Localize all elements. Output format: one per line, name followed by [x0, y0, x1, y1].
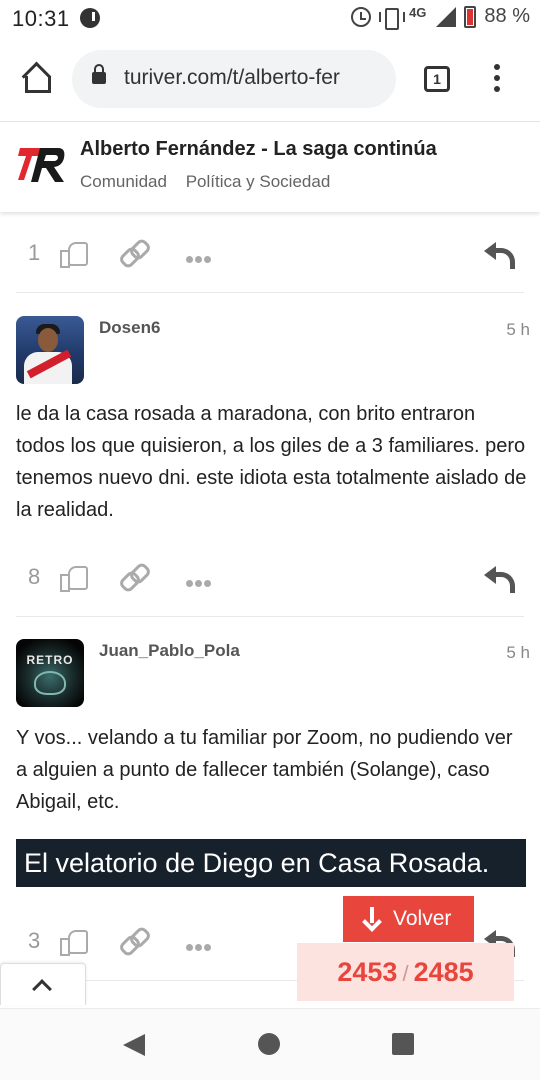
system-nav-bar	[0, 1008, 540, 1080]
battery-percent: 88 %	[484, 5, 530, 27]
nav-back-icon[interactable]	[123, 1034, 145, 1056]
category-link-politica[interactable]: Política y Sociedad	[186, 172, 331, 191]
post-divider	[16, 616, 524, 617]
like-icon[interactable]	[60, 240, 88, 268]
nav-home-icon[interactable]	[258, 1033, 280, 1055]
embedded-video-title[interactable]: El velatorio de Diego en Casa Rosada.	[16, 839, 526, 887]
post-actions: 1	[16, 226, 524, 286]
like-count: 1	[28, 240, 41, 265]
current-post-number: 2453	[337, 957, 398, 987]
more-icon[interactable]	[186, 250, 214, 263]
total-post-count: 2485	[413, 957, 474, 987]
url-text[interactable]: turiver.com/t/alberto-fer	[124, 66, 390, 90]
arrow-down-icon	[363, 907, 381, 929]
chevron-up-icon	[32, 979, 52, 999]
post-date[interactable]: 5 h	[506, 643, 530, 663]
signal-icon	[434, 6, 457, 27]
more-icon[interactable]	[186, 574, 214, 587]
browser-toolbar: turiver.com/t/alberto-fer 1	[0, 38, 540, 122]
link-icon[interactable]	[120, 564, 146, 588]
home-icon[interactable]	[20, 64, 51, 94]
post-stream: 1 Dosen6 5 h le da la casa rosada a mara…	[0, 212, 540, 1008]
menu-icon[interactable]	[494, 64, 500, 94]
nav-recents-icon[interactable]	[392, 1033, 414, 1055]
post-body: le da la casa rosada a maradona, con bri…	[16, 403, 527, 521]
link-icon[interactable]	[120, 928, 146, 952]
post-date[interactable]: 5 h	[506, 320, 530, 340]
like-icon[interactable]	[60, 928, 88, 956]
status-time: 10:31	[12, 6, 70, 31]
avatar[interactable]: RETRO	[16, 639, 84, 707]
post-body: Y vos... velando a tu familiar por Zoom,…	[16, 727, 513, 813]
breadcrumb: Comunidad Política y Sociedad	[80, 172, 344, 192]
back-button-label: Volver	[393, 907, 452, 930]
alarm-icon	[351, 6, 372, 27]
timeline-progress[interactable]: 2453/2485	[297, 943, 514, 1001]
music-notification-icon	[80, 8, 100, 28]
status-icons: 4G 88 %	[351, 5, 530, 30]
network-type: 4G	[409, 5, 427, 20]
battery-icon	[464, 5, 477, 28]
reply-icon[interactable]	[484, 566, 515, 593]
reply-icon[interactable]	[484, 242, 515, 269]
address-bar[interactable]: turiver.com/t/alberto-fer	[72, 50, 396, 108]
more-icon[interactable]	[186, 938, 214, 951]
back-button[interactable]: Volver	[343, 896, 474, 942]
site-header: Alberto Fernández - La saga continúa Com…	[0, 122, 540, 212]
post-divider	[16, 292, 524, 293]
vibrate-icon	[379, 7, 406, 30]
tabs-button[interactable]: 1	[424, 66, 450, 92]
topic-title[interactable]: Alberto Fernández - La saga continúa	[80, 138, 437, 161]
like-icon[interactable]	[60, 564, 88, 592]
status-bar: 10:31 4G 88 %	[0, 0, 540, 38]
category-link-comunidad[interactable]: Comunidad	[80, 172, 167, 191]
username[interactable]: Dosen6	[99, 318, 160, 338]
lock-icon	[92, 64, 106, 84]
link-icon[interactable]	[120, 240, 146, 264]
like-count: 3	[28, 928, 41, 953]
avatar[interactable]	[16, 316, 84, 384]
expand-timeline-button[interactable]	[0, 963, 86, 1005]
username[interactable]: Juan_Pablo_Pola	[99, 641, 240, 661]
like-count: 8	[28, 564, 41, 589]
post-actions: 8	[16, 550, 524, 610]
site-logo[interactable]	[18, 144, 66, 186]
progress-separator: /	[402, 961, 409, 986]
